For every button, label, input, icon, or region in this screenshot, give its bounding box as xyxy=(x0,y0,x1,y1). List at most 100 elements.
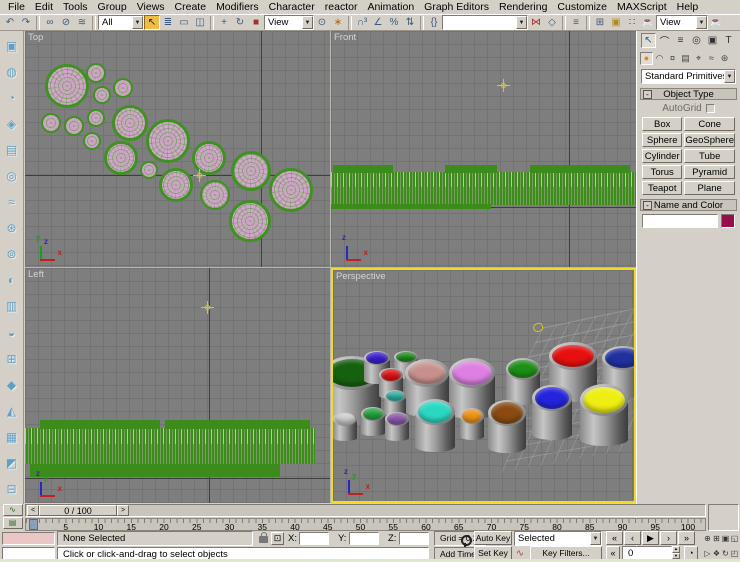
align-icon[interactable]: ◇ xyxy=(544,15,560,30)
chevron-down-icon[interactable]: ▼ xyxy=(696,16,707,29)
render-scene-icon[interactable]: ☕ xyxy=(640,15,656,30)
y-coord-field[interactable] xyxy=(349,532,379,545)
spinner-snap-icon[interactable]: ⇅ xyxy=(402,15,418,30)
viewport-front[interactable]: Front zx xyxy=(331,31,636,267)
paint-cans-left-view[interactable] xyxy=(165,420,310,429)
paint-can-top-view[interactable] xyxy=(93,86,111,104)
selection-lock-icon[interactable] xyxy=(259,536,268,543)
menu-create[interactable]: Create xyxy=(170,0,212,14)
object-color-swatch[interactable] xyxy=(721,214,735,228)
select-and-rotate-icon[interactable]: ↻ xyxy=(232,15,248,30)
schematic-view-icon[interactable]: ▣ xyxy=(608,15,624,30)
menu-help[interactable]: Help xyxy=(672,0,704,14)
menu-maxscript[interactable]: MAXScript xyxy=(612,0,672,14)
zoom-icon[interactable]: ⊕ xyxy=(703,531,712,545)
select-and-link-icon[interactable]: ∞ xyxy=(42,15,58,30)
layer-manager-icon[interactable]: ≡ xyxy=(568,15,584,30)
rope-collection-icon[interactable]: ◈ xyxy=(3,116,21,132)
pan-icon[interactable]: ❖ xyxy=(712,546,721,560)
category-space-warps[interactable]: ≈ xyxy=(705,52,718,65)
fracture-icon[interactable]: ◒ xyxy=(3,325,21,341)
frame-indicator[interactable] xyxy=(29,519,38,530)
paint-can-top-view[interactable] xyxy=(159,168,193,202)
preview-animation-icon[interactable]: ◩ xyxy=(3,455,21,471)
name-color-rollout[interactable]: - Name and Color xyxy=(640,199,737,211)
reference-coordinate-dropdown[interactable]: View▼ xyxy=(264,15,314,30)
arc-rotate-icon[interactable]: ↻ xyxy=(721,546,730,560)
tab-hierarchy[interactable]: ≡ xyxy=(673,33,688,48)
primitive-button-pyramid[interactable]: Pyramid xyxy=(684,165,735,179)
angle-snap-icon[interactable]: ∠ xyxy=(370,15,386,30)
mini-curve-editor-button[interactable]: ∿ xyxy=(3,504,23,516)
paint-cans-left-view[interactable] xyxy=(30,464,280,477)
quick-render-icon[interactable]: ☕ xyxy=(708,15,724,30)
tab-modify[interactable]: ⌒ xyxy=(657,33,672,48)
toy-car-icon[interactable]: ▥ xyxy=(3,298,21,314)
viewport-perspective[interactable]: Perspective zxy xyxy=(331,268,636,503)
menu-group[interactable]: Group xyxy=(93,0,132,14)
paint-can-top-view[interactable] xyxy=(112,105,148,141)
tab-motion[interactable]: ◎ xyxy=(689,33,704,48)
play-animation-button[interactable]: ▶ xyxy=(642,531,659,545)
current-frame-label[interactable]: 0 / 100 xyxy=(39,505,117,516)
category-cameras[interactable]: ▤ xyxy=(679,52,692,65)
field-of-view-icon[interactable]: ▷ xyxy=(703,546,712,560)
paint-can-top-view[interactable] xyxy=(64,116,84,136)
snaps-toggle-icon[interactable]: ∩³ xyxy=(354,15,370,30)
track-bar[interactable]: 0510152025303540455055606570758085909510… xyxy=(25,518,706,531)
key-filters-button[interactable]: Key Filters... xyxy=(530,546,602,560)
edit-named-selections-icon[interactable]: {} xyxy=(426,15,442,30)
auto-key-button[interactable]: Auto Key xyxy=(474,531,512,545)
menu-rendering[interactable]: Rendering xyxy=(494,0,552,14)
mini-track-button[interactable]: ▤ xyxy=(3,517,23,529)
paint-can[interactable] xyxy=(415,399,455,452)
paint-can-top-view[interactable] xyxy=(146,119,190,163)
water-icon[interactable]: ⊞ xyxy=(3,351,21,367)
zoom-all-icon[interactable]: ⊞ xyxy=(712,531,721,545)
zoom-extents-icon[interactable]: ▣ xyxy=(721,531,730,545)
key-mode-toggle[interactable]: « xyxy=(606,546,620,560)
paint-can[interactable] xyxy=(460,408,484,440)
paint-can[interactable] xyxy=(580,384,628,446)
paint-can[interactable] xyxy=(333,412,357,441)
go-to-start-button[interactable]: « xyxy=(606,531,623,545)
primitive-button-tube[interactable]: Tube xyxy=(684,149,735,163)
z-coord-field[interactable] xyxy=(399,532,429,545)
select-by-name-icon[interactable]: ≣ xyxy=(160,15,176,30)
previous-frame-button[interactable]: ‹ xyxy=(624,531,641,545)
go-to-end-button[interactable]: » xyxy=(678,531,695,545)
paint-cans-left-view[interactable] xyxy=(25,428,315,464)
tab-create[interactable]: ↖ xyxy=(641,33,656,48)
rope-modifier-icon[interactable]: ▦ xyxy=(3,429,21,445)
paint-cans-front-view[interactable] xyxy=(331,172,636,205)
chevron-down-icon[interactable]: ▼ xyxy=(724,70,735,83)
category-systems[interactable]: ⊛ xyxy=(718,52,731,65)
autogrid-checkbox[interactable] xyxy=(706,104,715,113)
bind-to-space-warp-icon[interactable]: ≋ xyxy=(74,15,90,30)
selection-filter-dropdown[interactable]: All▼ xyxy=(98,15,144,30)
constraint-solver-icon[interactable]: ⊛ xyxy=(3,220,21,236)
cloth-collection-icon[interactable]: ◍ xyxy=(3,64,21,80)
next-key-arrow[interactable]: > xyxy=(117,505,129,516)
paint-can[interactable] xyxy=(532,385,572,440)
tab-utilities[interactable]: T xyxy=(721,33,736,48)
soft-body-collection-icon[interactable]: ◔ xyxy=(3,90,21,106)
rigid-body-collection-icon[interactable]: ▣ xyxy=(3,38,21,54)
render-type-dropdown[interactable]: View▼ xyxy=(656,15,708,30)
primitive-button-teapot[interactable]: Teapot xyxy=(642,181,682,195)
paint-cans-front-view[interactable] xyxy=(530,165,630,173)
time-configuration-button[interactable]: ◔ xyxy=(684,546,698,560)
paint-cans-front-view[interactable] xyxy=(445,165,497,173)
paint-cans-front-view[interactable] xyxy=(331,204,491,209)
menu-views[interactable]: Views xyxy=(132,0,170,14)
menu-graph-editors[interactable]: Graph Editors xyxy=(419,0,494,14)
collapse-icon[interactable]: - xyxy=(643,90,652,99)
menu-tools[interactable]: Tools xyxy=(58,0,93,14)
select-and-manipulate-icon[interactable]: ∗ xyxy=(330,15,346,30)
window-crossing-toggle-icon[interactable]: ◫ xyxy=(192,15,208,30)
material-editor-icon[interactable]: ∷ xyxy=(624,15,640,30)
paint-can[interactable] xyxy=(488,400,526,453)
set-key-button[interactable]: Set Key xyxy=(474,546,512,560)
category-helpers[interactable]: ⌖ xyxy=(692,52,705,65)
select-and-move-icon[interactable]: + xyxy=(216,15,232,30)
